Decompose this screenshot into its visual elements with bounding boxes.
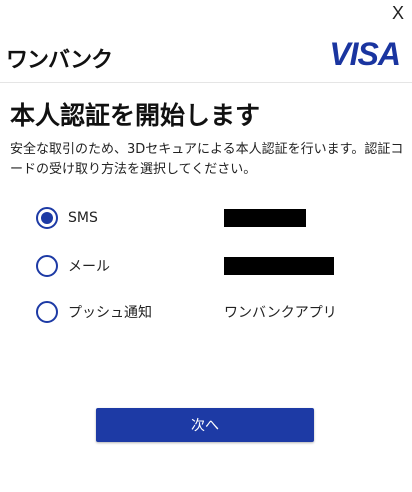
- option-push-value: ワンバンクアプリ: [224, 305, 337, 321]
- header-divider: [0, 82, 412, 83]
- visa-logo: VISA: [329, 36, 401, 72]
- redacted-phone-number: [224, 209, 306, 227]
- option-push[interactable]: プッシュ通知 ワンバンクアプリ: [36, 298, 396, 326]
- redacted-email-address: [224, 257, 334, 275]
- next-button[interactable]: 次へ: [96, 408, 314, 442]
- option-email-label: メール: [68, 259, 110, 275]
- brand-logo: ワンバンク: [6, 48, 113, 73]
- close-button[interactable]: X: [392, 4, 404, 22]
- page-title: 本人認証を開始します: [10, 101, 261, 130]
- header: ワンバンク VISA: [0, 36, 412, 76]
- radio-selected-dot: [41, 212, 53, 224]
- option-push-label: プッシュ通知: [68, 305, 152, 321]
- radio-push[interactable]: [36, 301, 58, 323]
- option-sms[interactable]: SMS: [36, 204, 396, 232]
- option-email[interactable]: メール: [36, 252, 396, 280]
- page-description: 安全な取引のため、3Dセキュアによる本人認証を行います。認証コードの受け取り方法…: [10, 142, 404, 177]
- radio-email[interactable]: [36, 255, 58, 277]
- option-sms-label: SMS: [68, 210, 98, 226]
- radio-sms[interactable]: [36, 207, 58, 229]
